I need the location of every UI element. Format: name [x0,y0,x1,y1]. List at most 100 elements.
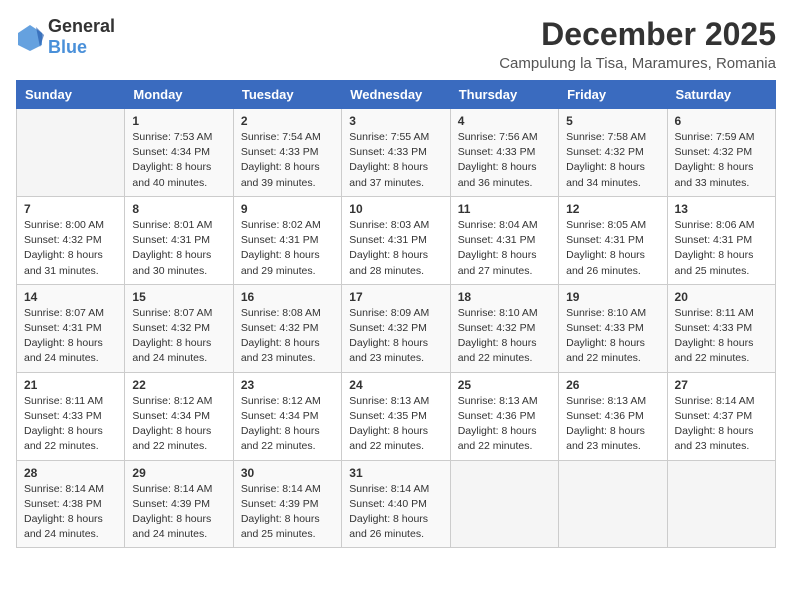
calendar-cell: 22Sunrise: 8:12 AM Sunset: 4:34 PM Dayli… [125,372,233,460]
calendar-cell: 17 Sunrise: 8:09 AM Sunset: 4:32 PM Dayli… [342,284,450,372]
logo: General Blue [16,16,115,58]
day-number: 24 [349,378,442,392]
day-info: Sunrise: 8:06 AM Sunset: 4:31 PM Dayligh… [675,218,768,279]
calendar-cell [17,109,125,197]
calendar-week-row: 14 Sunrise: 8:07 AM Sunset: 4:31 PM Dayli… [17,284,776,372]
day-number: 12 [566,202,659,216]
title-area: December 2025 Campulung la Tisa, Maramur… [499,16,776,72]
day-number: 3 [349,114,442,128]
day-number: 30 [241,466,334,480]
day-info: Sunrise: 8:11 AM Sunset: 4:33 PM Dayligh… [24,394,117,455]
calendar-cell: 18Sunrise: 8:10 AM Sunset: 4:32 PM Dayli… [450,284,558,372]
calendar-cell: 1 Sunrise: 7:53 AM Sunset: 4:34 PM Daylig… [125,109,233,197]
day-info: Sunrise: 8:13 AM Sunset: 4:35 PM Dayligh… [349,394,442,455]
day-info: Sunrise: 7:54 AM Sunset: 4:33 PM Dayligh… [241,130,334,191]
logo-general: General [48,16,115,36]
day-number: 7 [24,202,117,216]
day-info: Sunrise: 8:07 AM Sunset: 4:32 PM Dayligh… [132,306,225,367]
day-number: 25 [458,378,551,392]
day-info: Sunrise: 8:03 AM Sunset: 4:31 PM Dayligh… [349,218,442,279]
calendar-week-row: 7Sunrise: 8:00 AM Sunset: 4:32 PM Daylig… [17,196,776,284]
day-info: Sunrise: 8:14 AM Sunset: 4:38 PM Dayligh… [24,482,117,543]
calendar-cell: 5Sunrise: 7:58 AM Sunset: 4:32 PM Daylig… [559,109,667,197]
weekday-header: Friday [559,81,667,109]
calendar-cell: 24 Sunrise: 8:13 AM Sunset: 4:35 PM Dayli… [342,372,450,460]
day-info: Sunrise: 8:11 AM Sunset: 4:33 PM Dayligh… [675,306,768,367]
calendar-cell: 26Sunrise: 8:13 AM Sunset: 4:36 PM Dayli… [559,372,667,460]
weekday-header: Monday [125,81,233,109]
day-info: Sunrise: 8:12 AM Sunset: 4:34 PM Dayligh… [241,394,334,455]
calendar-cell: 15 Sunrise: 8:07 AM Sunset: 4:32 PM Dayli… [125,284,233,372]
logo-icon [16,23,44,51]
day-number: 9 [241,202,334,216]
calendar: SundayMondayTuesdayWednesdayThursdayFrid… [16,80,776,548]
calendar-cell: 21 Sunrise: 8:11 AM Sunset: 4:33 PM Dayli… [17,372,125,460]
day-info: Sunrise: 8:14 AM Sunset: 4:39 PM Dayligh… [241,482,334,543]
day-number: 2 [241,114,334,128]
day-info: Sunrise: 8:14 AM Sunset: 4:39 PM Dayligh… [132,482,225,543]
day-number: 28 [24,466,117,480]
location-title: Campulung la Tisa, Maramures, Romania [499,55,776,72]
calendar-cell: 29 Sunrise: 8:14 AM Sunset: 4:39 PM Dayli… [125,460,233,548]
weekday-header: Wednesday [342,81,450,109]
day-number: 8 [132,202,225,216]
weekday-header: Thursday [450,81,558,109]
day-info: Sunrise: 7:53 AM Sunset: 4:34 PM Dayligh… [132,130,225,191]
weekday-header: Sunday [17,81,125,109]
calendar-cell: 10 Sunrise: 8:03 AM Sunset: 4:31 PM Dayli… [342,196,450,284]
day-info: Sunrise: 8:08 AM Sunset: 4:32 PM Dayligh… [241,306,334,367]
day-number: 23 [241,378,334,392]
day-info: Sunrise: 8:09 AM Sunset: 4:32 PM Dayligh… [349,306,442,367]
calendar-cell [450,460,558,548]
day-number: 4 [458,114,551,128]
calendar-cell: 16 Sunrise: 8:08 AM Sunset: 4:32 PM Dayli… [233,284,341,372]
day-number: 27 [675,378,768,392]
calendar-cell: 9 Sunrise: 8:02 AM Sunset: 4:31 PM Daylig… [233,196,341,284]
day-info: Sunrise: 8:04 AM Sunset: 4:31 PM Dayligh… [458,218,551,279]
calendar-cell: 11Sunrise: 8:04 AM Sunset: 4:31 PM Dayli… [450,196,558,284]
day-info: Sunrise: 8:07 AM Sunset: 4:31 PM Dayligh… [24,306,117,367]
day-info: Sunrise: 8:01 AM Sunset: 4:31 PM Dayligh… [132,218,225,279]
day-number: 21 [24,378,117,392]
day-info: Sunrise: 8:02 AM Sunset: 4:31 PM Dayligh… [241,218,334,279]
day-number: 17 [349,290,442,304]
calendar-cell: 4 Sunrise: 7:56 AM Sunset: 4:33 PM Daylig… [450,109,558,197]
weekday-header-row: SundayMondayTuesdayWednesdayThursdayFrid… [17,81,776,109]
day-info: Sunrise: 8:05 AM Sunset: 4:31 PM Dayligh… [566,218,659,279]
day-number: 15 [132,290,225,304]
day-number: 26 [566,378,659,392]
day-info: Sunrise: 8:14 AM Sunset: 4:40 PM Dayligh… [349,482,442,543]
day-info: Sunrise: 7:55 AM Sunset: 4:33 PM Dayligh… [349,130,442,191]
calendar-week-row: 21 Sunrise: 8:11 AM Sunset: 4:33 PM Dayli… [17,372,776,460]
calendar-cell: 28 Sunrise: 8:14 AM Sunset: 4:38 PM Dayli… [17,460,125,548]
day-info: Sunrise: 7:59 AM Sunset: 4:32 PM Dayligh… [675,130,768,191]
calendar-cell: 6 Sunrise: 7:59 AM Sunset: 4:32 PM Daylig… [667,109,775,197]
calendar-cell: 30 Sunrise: 8:14 AM Sunset: 4:39 PM Dayli… [233,460,341,548]
day-number: 18 [458,290,551,304]
calendar-cell: 3 Sunrise: 7:55 AM Sunset: 4:33 PM Daylig… [342,109,450,197]
header: General Blue December 2025 Campulung la … [16,16,776,72]
day-number: 1 [132,114,225,128]
day-number: 16 [241,290,334,304]
day-info: Sunrise: 7:56 AM Sunset: 4:33 PM Dayligh… [458,130,551,191]
calendar-cell: 7Sunrise: 8:00 AM Sunset: 4:32 PM Daylig… [17,196,125,284]
calendar-cell: 19Sunrise: 8:10 AM Sunset: 4:33 PM Dayli… [559,284,667,372]
day-info: Sunrise: 8:12 AM Sunset: 4:34 PM Dayligh… [132,394,225,455]
day-number: 6 [675,114,768,128]
weekday-header: Saturday [667,81,775,109]
calendar-week-row: 28 Sunrise: 8:14 AM Sunset: 4:38 PM Dayli… [17,460,776,548]
calendar-cell: 12 Sunrise: 8:05 AM Sunset: 4:31 PM Dayli… [559,196,667,284]
logo-blue: Blue [48,37,87,57]
day-number: 10 [349,202,442,216]
day-number: 14 [24,290,117,304]
day-number: 31 [349,466,442,480]
calendar-cell [559,460,667,548]
calendar-cell: 13Sunrise: 8:06 AM Sunset: 4:31 PM Dayli… [667,196,775,284]
calendar-cell: 31 Sunrise: 8:14 AM Sunset: 4:40 PM Dayli… [342,460,450,548]
day-info: Sunrise: 7:58 AM Sunset: 4:32 PM Dayligh… [566,130,659,191]
day-number: 29 [132,466,225,480]
calendar-cell: 25Sunrise: 8:13 AM Sunset: 4:36 PM Dayli… [450,372,558,460]
calendar-week-row: 1 Sunrise: 7:53 AM Sunset: 4:34 PM Daylig… [17,109,776,197]
month-title: December 2025 [499,16,776,53]
calendar-cell: 20Sunrise: 8:11 AM Sunset: 4:33 PM Dayli… [667,284,775,372]
